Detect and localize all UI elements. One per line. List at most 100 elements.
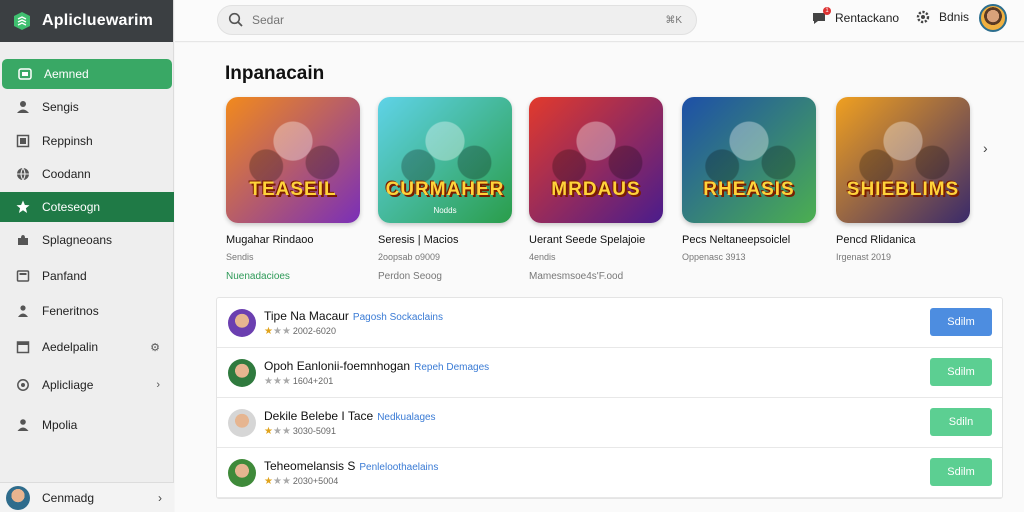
- featured-card[interactable]: MRDAUS Uerant Seede Spelajoie 4endis: [529, 97, 663, 262]
- app-category-link[interactable]: Nedkualages: [377, 412, 435, 423]
- install-button[interactable]: Sdilm: [930, 358, 992, 386]
- sidebar-item-aplicliage[interactable]: Aplicliage ›: [0, 370, 174, 400]
- sidebar: Aplicluewarim Aemned Sengis Reppinsh Coo…: [0, 0, 174, 512]
- app-brand[interactable]: Aplicluewarim: [0, 0, 173, 42]
- folder-icon: [16, 269, 30, 283]
- game-cover-image[interactable]: SHIEBLIMS: [836, 97, 970, 223]
- gear-icon: [916, 10, 930, 24]
- app-category-link[interactable]: Pagosh Sockaclains: [353, 312, 443, 323]
- sidebar-item-label: Coteseogn: [42, 200, 101, 214]
- app-avatar: [228, 459, 256, 487]
- game-tag[interactable]: Perdon Seoog: [378, 271, 442, 282]
- search-icon: [228, 12, 243, 27]
- star-rating-icon: ★: [272, 376, 282, 387]
- puzzle-icon: [16, 233, 30, 247]
- search-input[interactable]: [252, 13, 632, 27]
- app-row[interactable]: Tipe Na Macaur Pagosh Sockaclains ★★★ 2002-…: [217, 298, 1002, 348]
- cover-subtitle: Nodds: [433, 206, 457, 215]
- sidebar-item-sengis[interactable]: Sengis: [0, 92, 174, 122]
- app-category-link[interactable]: Repeh Demages: [414, 362, 489, 373]
- game-meta: Oppenasc 3913: [682, 252, 746, 262]
- settings-label: Bdnis: [939, 10, 970, 24]
- gear-icon[interactable]: ⚙: [150, 341, 160, 354]
- settings-icon: [16, 378, 30, 392]
- game-cover-image[interactable]: RHEASIS: [682, 97, 816, 223]
- game-cover-image[interactable]: TEASEIL: [226, 97, 360, 223]
- app-row[interactable]: Teheomelansis S Penleloothaelains ★★★ 2030+…: [217, 448, 1002, 498]
- app-avatar: [228, 409, 256, 437]
- rating-count: 1604+201: [292, 376, 334, 386]
- featured-card[interactable]: RHEASIS Pecs Neltaneepsoiclel Oppenasc 391…: [682, 97, 816, 262]
- cover-title: TEASEIL: [249, 179, 337, 200]
- sidebar-item-feneritnos[interactable]: Feneritnos: [0, 296, 174, 326]
- sidebar-item-coodann[interactable]: Coodann: [0, 159, 174, 189]
- star-rating-icon: ★: [264, 426, 273, 437]
- app-list: Tipe Na Macaur Pagosh Sockaclains ★★★ 2002-…: [216, 297, 1003, 499]
- install-button[interactable]: Sdilm: [930, 458, 992, 486]
- sidebar-item-aemned[interactable]: Aemned: [2, 59, 172, 89]
- sidebar-item-label: Mpolia: [42, 418, 78, 432]
- game-meta: 4endis: [529, 252, 556, 262]
- game-tag[interactable]: Mamesmsoe4s'F.ood: [529, 271, 623, 282]
- user-avatar[interactable]: [979, 4, 1007, 32]
- cover-title: CURMAHER: [385, 179, 505, 200]
- cover-title: RHEASIS: [703, 179, 795, 200]
- carousel-next-icon[interactable]: ›: [983, 140, 988, 156]
- app-avatar: [228, 359, 256, 387]
- sidebar-item-label: Sengis: [42, 100, 79, 114]
- star-rating-icon: ★: [281, 376, 291, 387]
- star-rating-icon: ★: [281, 326, 291, 337]
- featured-card[interactable]: TEASEIL Mugahar Rindaoo Sendis: [226, 97, 360, 262]
- featured-card[interactable]: SHIEBLIMS Pencd Rlidanica Irgenast 2019: [836, 97, 970, 262]
- game-name: Pecs Neltaneepsoiclel: [682, 234, 791, 246]
- sidebar-item-coteseogn[interactable]: Coteseogn: [0, 192, 174, 222]
- sidebar-item-label: Aemned: [44, 67, 89, 81]
- game-name: Uerant Seede Spelajoie: [529, 234, 646, 246]
- app-icon: [18, 67, 32, 81]
- star-rating-icon: ★: [272, 326, 282, 337]
- account-menu[interactable]: Cenmadg ›: [0, 482, 174, 512]
- app-row[interactable]: Dekile Belebe I Tace Nedkualages ★★★ 3030-5…: [217, 398, 1002, 448]
- settings-button[interactable]: Bdnis: [915, 9, 969, 25]
- install-button[interactable]: Sdilm: [930, 308, 992, 336]
- sidebar-item-splagneoans[interactable]: Splagneoans: [0, 225, 174, 255]
- notifications-button[interactable]: 1 Rentackano: [811, 7, 900, 27]
- game-cover-image[interactable]: MRDAUS: [529, 97, 663, 223]
- featured-card[interactable]: CURMAHER Nodds Seresis | Macios 2oopsab o90…: [378, 97, 512, 262]
- sidebar-item-aedelpalin[interactable]: Aedelpalin ⚙: [0, 332, 174, 362]
- sidebar-item-reppinsh[interactable]: Reppinsh: [0, 126, 174, 156]
- app-category-link[interactable]: Penleloothaelains: [359, 462, 438, 473]
- box-icon: [16, 134, 30, 148]
- app-title: Opoh Eanlonii-foemnhogan: [264, 359, 411, 373]
- install-button[interactable]: Sdiln: [930, 408, 992, 436]
- rating-count: 2030+5004: [292, 476, 339, 486]
- star-rating-icon: ★: [272, 476, 282, 487]
- game-meta: Sendis: [226, 252, 254, 262]
- app-row[interactable]: Opoh Eanlonii-foemnhogan Repeh Demages ★★★…: [217, 348, 1002, 398]
- app-title: Tipe Na Macaur: [264, 309, 349, 323]
- rating-count: 2002-6020: [292, 326, 336, 336]
- app-title: Dekile Belebe I Tace: [264, 409, 374, 423]
- app-logo-icon: [14, 12, 30, 30]
- star-rating: ★★★ 3030-5091: [264, 426, 336, 437]
- account-label: Cenmadg: [42, 490, 95, 505]
- sidebar-item-label: Panfand: [42, 269, 87, 283]
- game-tag[interactable]: Nuenadacioes: [226, 271, 290, 282]
- search-box[interactable]: ⌘K: [217, 5, 697, 35]
- sidebar-item-panfand[interactable]: Panfand: [0, 261, 174, 291]
- star-rating: ★★★ 2002-6020: [264, 326, 336, 337]
- game-cover-image[interactable]: CURMAHER Nodds: [378, 97, 512, 223]
- app-avatar: [228, 309, 256, 337]
- sidebar-item-label: Aplicliage: [42, 378, 94, 392]
- sidebar-item-mpolia[interactable]: Mpolia: [0, 410, 174, 440]
- notifications-label: Rentackano: [835, 11, 900, 25]
- chevron-right-icon[interactable]: ›: [156, 379, 160, 391]
- game-name: Mugahar Rindaoo: [226, 234, 314, 246]
- notification-icon: 1: [811, 7, 831, 27]
- top-bar: ⌘K 1 Rentackano Bdnis: [175, 0, 1024, 42]
- globe-icon: [16, 167, 30, 181]
- app-title: Teheomelansis S: [264, 459, 356, 473]
- sidebar-item-label: Coodann: [42, 167, 91, 181]
- sidebar-item-label: Aedelpalin: [42, 340, 99, 354]
- star-rating-icon: ★: [281, 426, 291, 437]
